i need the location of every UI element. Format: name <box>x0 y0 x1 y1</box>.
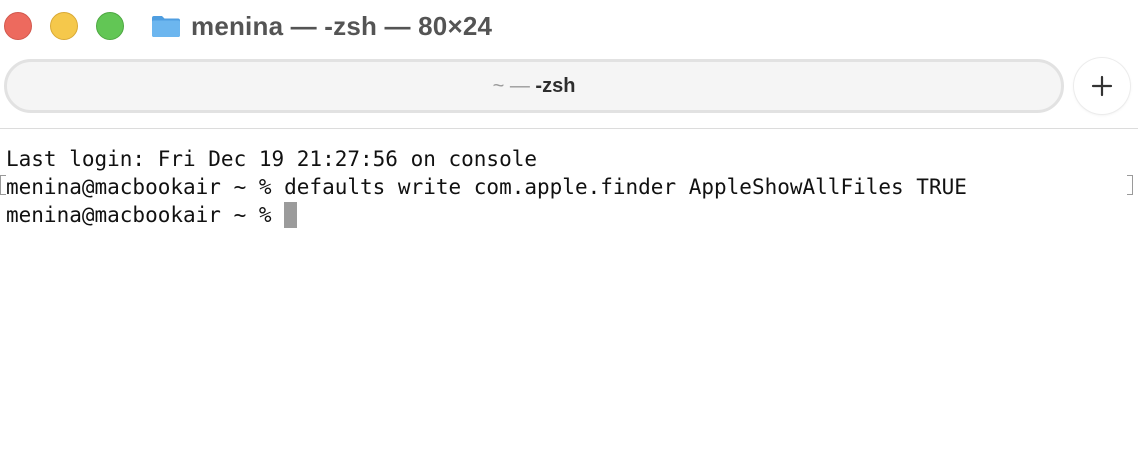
minimize-button[interactable] <box>50 12 78 40</box>
window-title-group: menina — -zsh — 80×24 <box>151 11 492 41</box>
terminal-line: Last login: Fri Dec 19 21:27:56 on conso… <box>6 147 538 171</box>
terminal-window: menina — -zsh — 80×24 ~ — -zsh Last logi… <box>0 0 1138 462</box>
tab-label: ~ — -zsh <box>493 75 576 98</box>
close-button[interactable] <box>4 12 32 40</box>
new-tab-button[interactable] <box>1074 58 1130 114</box>
tab-label-name: -zsh <box>535 74 576 97</box>
tab-zsh[interactable]: ~ — -zsh <box>4 59 1064 113</box>
plus-icon <box>1091 75 1113 97</box>
tab-label-prefix: ~ — <box>492 74 530 97</box>
zoom-button[interactable] <box>96 12 124 40</box>
text-cursor <box>284 202 298 228</box>
terminal-output[interactable]: Last login: Fri Dec 19 21:27:56 on conso… <box>0 129 1138 462</box>
window-title: menina — -zsh — 80×24 <box>191 10 493 41</box>
title-bar[interactable]: menina — -zsh — 80×24 <box>0 0 1138 54</box>
tab-bar: ~ — -zsh <box>0 54 1138 129</box>
prompt-line[interactable]: menina@macbookair ~ % <box>6 201 298 229</box>
line-mark-right <box>1127 175 1133 195</box>
folder-icon <box>152 16 180 37</box>
terminal-line: menina@macbookair ~ % defaults write com… <box>6 175 967 199</box>
prompt-text: menina@macbookair ~ % <box>6 203 285 227</box>
